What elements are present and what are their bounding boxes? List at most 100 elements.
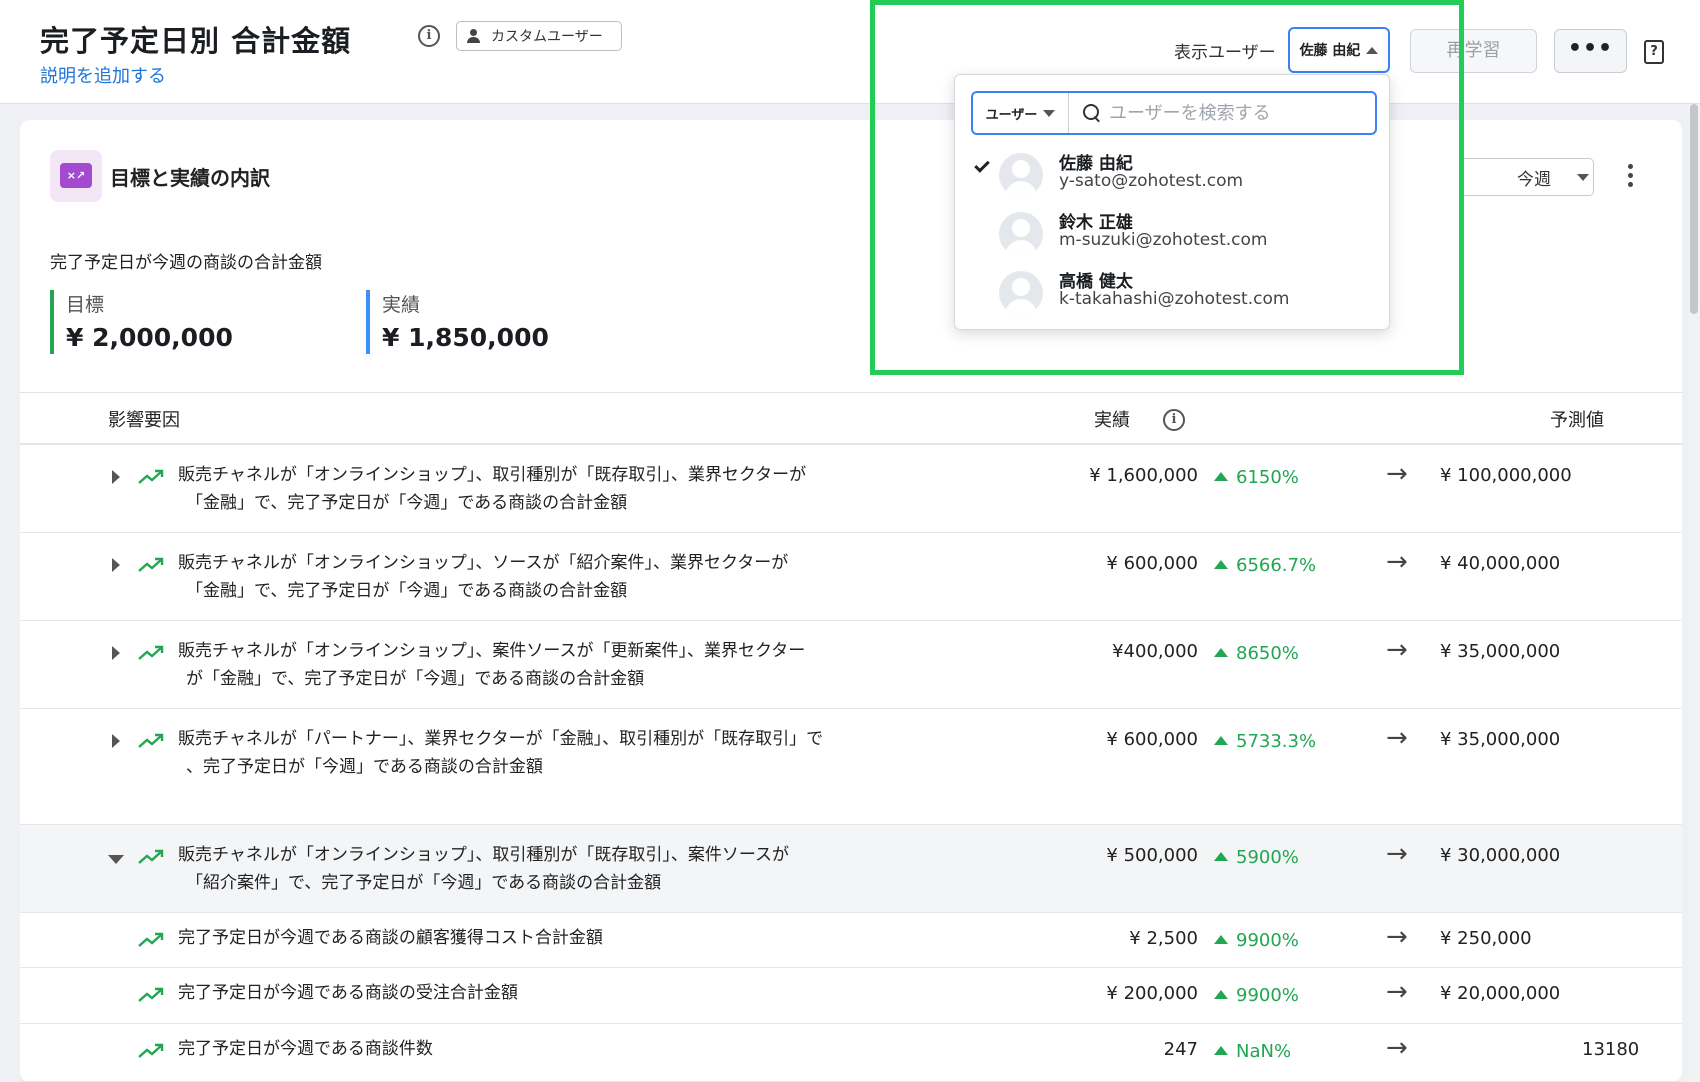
chart-icon: ×↗ bbox=[60, 163, 92, 188]
row-forecast: ¥ 30,000,000 bbox=[1440, 845, 1561, 866]
row-growth: 9900% bbox=[1214, 930, 1299, 951]
row-actual: ¥ 1,600,000 bbox=[1089, 465, 1198, 486]
arrow-right-icon: → bbox=[1386, 922, 1408, 952]
sub-row-text: 完了予定日が今週である商談の受注合計金額 bbox=[178, 983, 518, 1003]
retrain-button[interactable]: 再学習 bbox=[1410, 29, 1537, 73]
row-forecast: ¥ 40,000,000 bbox=[1440, 553, 1561, 574]
caret-up-icon bbox=[1214, 1046, 1228, 1055]
info-icon[interactable]: i bbox=[1163, 409, 1185, 431]
sub-row[interactable]: 完了予定日が今週である商談件数 247 NaN% → 13180 bbox=[20, 1024, 1682, 1082]
row-actual: ¥400,000 bbox=[1112, 641, 1198, 662]
arrow-right-icon: → bbox=[1386, 977, 1408, 1007]
row-growth: 8650% bbox=[1214, 643, 1299, 664]
col-header-actual: 実績 bbox=[1094, 410, 1130, 431]
row-actual: 247 bbox=[1163, 1039, 1198, 1060]
caret-up-icon bbox=[1214, 990, 1228, 999]
table-row[interactable]: 販売チャネルが「パートナー」、業界セクターが「金融」、取引種別が「既存取引」で、… bbox=[20, 709, 1682, 825]
row-forecast: ¥ 20,000,000 bbox=[1440, 983, 1561, 1004]
page-title: 完了予定日別 合計金額 bbox=[40, 24, 352, 58]
row-forecast: 13180 bbox=[1582, 1039, 1640, 1060]
search-icon bbox=[1083, 104, 1101, 122]
viewer-user-select[interactable]: 佐藤 由紀 bbox=[1288, 27, 1390, 73]
scrollbar-thumb[interactable] bbox=[1690, 104, 1698, 314]
arrow-right-icon: → bbox=[1386, 723, 1408, 753]
table-row[interactable]: 販売チャネルが「オンラインショップ」、ソースが「紹介案件」、業界セクターが 「金融… bbox=[20, 533, 1682, 621]
sub-row[interactable]: 完了予定日が今週である商談の顧客獲得コスト合計金額 ¥ 2,500 9900% … bbox=[20, 913, 1682, 968]
sub-row-text: 完了予定日が今週である商談の顧客獲得コスト合計金額 bbox=[178, 928, 603, 948]
row-forecast: ¥ 100,000,000 bbox=[1440, 465, 1572, 486]
check-icon bbox=[974, 157, 990, 173]
chevron-down-icon bbox=[1577, 173, 1589, 181]
trend-up-icon bbox=[138, 733, 164, 748]
user-search-input[interactable] bbox=[1109, 97, 1369, 129]
trend-up-icon bbox=[138, 557, 164, 572]
row-actual: ¥ 600,000 bbox=[1106, 553, 1198, 574]
panel-menu-icon[interactable] bbox=[1628, 164, 1634, 190]
row-growth: 6150% bbox=[1214, 467, 1299, 488]
row-forecast: ¥ 35,000,000 bbox=[1440, 729, 1561, 750]
caret-up-icon bbox=[1214, 560, 1228, 569]
user-dropdown: ユーザー 佐藤 由紀 y-sato@zohotest.com 鈴木 正雄 m-s… bbox=[954, 74, 1390, 330]
row-factor-text: 販売チャネルが「オンラインショップ」、取引種別が「既存取引」、案件ソースが 「紹介… bbox=[178, 845, 789, 893]
target-metric: 目標 ¥ 2,000,000 bbox=[50, 290, 233, 354]
table-row[interactable]: 販売チャネルが「オンラインショップ」、案件ソースが「更新案件」、業界セクター が「… bbox=[20, 621, 1682, 709]
caret-up-icon bbox=[1214, 935, 1228, 944]
info-icon[interactable]: i bbox=[418, 25, 440, 47]
page-header: 完了予定日別 合計金額 説明を追加する i カスタムユーザー 表示ユーザー 佐藤… bbox=[0, 0, 1700, 104]
help-document-icon[interactable]: ? bbox=[1644, 40, 1664, 64]
row-factor-text: 販売チャネルが「オンラインショップ」、取引種別が「既存取引」、業界セクターが 「金… bbox=[178, 465, 807, 513]
custom-user-button[interactable]: カスタムユーザー bbox=[456, 21, 622, 51]
panel-title: 目標と実績の内訳 bbox=[110, 166, 270, 190]
trend-up-icon bbox=[138, 987, 164, 1002]
caret-up-icon bbox=[1214, 852, 1228, 861]
caret-up-icon bbox=[1214, 736, 1228, 745]
panel-icon: ×↗ bbox=[50, 150, 102, 202]
expand-icon[interactable] bbox=[112, 734, 120, 748]
row-actual: ¥ 200,000 bbox=[1106, 983, 1198, 1004]
row-growth: NaN% bbox=[1214, 1041, 1291, 1062]
table-row-expanded[interactable]: 販売チャネルが「オンラインショップ」、取引種別が「既存取引」、案件ソースが 「紹介… bbox=[20, 825, 1682, 913]
row-growth: 6566.7% bbox=[1214, 555, 1316, 576]
chevron-up-icon bbox=[1366, 46, 1379, 54]
more-options-button[interactable]: ••• bbox=[1554, 29, 1627, 73]
row-actual: ¥ 2,500 bbox=[1129, 928, 1198, 949]
period-select[interactable]: 今週 bbox=[1460, 158, 1594, 196]
table-top-divider bbox=[20, 392, 1682, 393]
row-growth: 5733.3% bbox=[1214, 731, 1316, 752]
arrow-right-icon: → bbox=[1386, 635, 1408, 665]
row-forecast: ¥ 250,000 bbox=[1440, 928, 1532, 949]
selected-user-label: 佐藤 由紀 bbox=[1299, 43, 1361, 59]
add-description-link[interactable]: 説明を追加する bbox=[40, 62, 166, 88]
user-email: m-suzuki@zohotest.com bbox=[1059, 230, 1268, 250]
trend-up-icon bbox=[138, 469, 164, 484]
search-filter-select[interactable]: ユーザー bbox=[973, 93, 1069, 133]
row-factor-text: 販売チャネルが「オンラインショップ」、案件ソースが「更新案件」、業界セクター が「… bbox=[178, 641, 806, 689]
collapse-icon[interactable] bbox=[108, 855, 124, 864]
avatar bbox=[999, 212, 1043, 256]
trend-up-icon bbox=[138, 932, 164, 947]
user-option[interactable]: 鈴木 正雄 m-suzuki@zohotest.com bbox=[955, 206, 1389, 264]
caret-up-icon bbox=[1214, 648, 1228, 657]
expand-icon[interactable] bbox=[112, 646, 120, 660]
sub-row-text: 完了予定日が今週である商談件数 bbox=[178, 1039, 433, 1059]
user-email: y-sato@zohotest.com bbox=[1059, 171, 1244, 191]
row-factor-text: 販売チャネルが「オンラインショップ」、ソースが「紹介案件」、業界セクターが 「金融… bbox=[178, 553, 789, 601]
row-actual: ¥ 600,000 bbox=[1106, 729, 1198, 750]
filter-label: ユーザー bbox=[985, 107, 1038, 123]
target-value: ¥ 2,000,000 bbox=[66, 323, 233, 352]
breakdown-panel: ×↗ 目標と実績の内訳 今週 完了予定日が今週の商談の合計金額 目標 ¥ 2,0… bbox=[20, 120, 1682, 1082]
table-row[interactable]: 販売チャネルが「オンラインショップ」、取引種別が「既存取引」、業界セクターが 「金… bbox=[20, 445, 1682, 533]
expand-icon[interactable] bbox=[112, 558, 120, 572]
avatar bbox=[999, 271, 1043, 315]
expand-icon[interactable] bbox=[112, 470, 120, 484]
trend-up-icon bbox=[138, 1043, 164, 1058]
user-email: k-takahashi@zohotest.com bbox=[1059, 289, 1290, 309]
user-option[interactable]: 高橋 健太 k-takahashi@zohotest.com bbox=[955, 265, 1389, 323]
avatar bbox=[999, 153, 1043, 197]
chevron-down-icon bbox=[1043, 109, 1056, 117]
sub-row[interactable]: 完了予定日が今週である商談の受注合計金額 ¥ 200,000 9900% → ¥… bbox=[20, 968, 1682, 1024]
col-header-forecast: 予測値 bbox=[1550, 410, 1604, 431]
user-option[interactable]: 佐藤 由紀 y-sato@zohotest.com bbox=[955, 147, 1389, 205]
caret-up-icon bbox=[1214, 472, 1228, 481]
trend-up-icon bbox=[138, 849, 164, 864]
